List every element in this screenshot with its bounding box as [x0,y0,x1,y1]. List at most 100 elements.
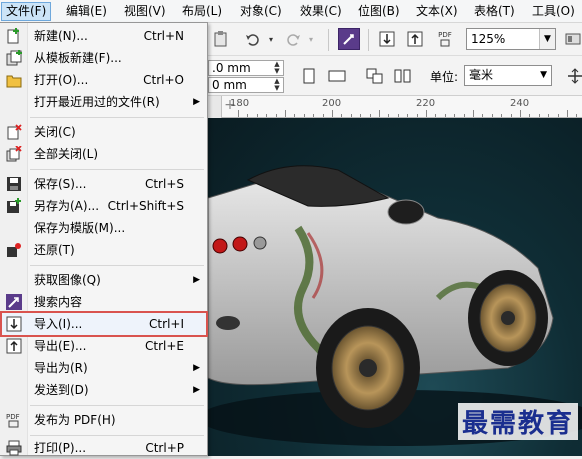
menu-item-open[interactable]: 打开(O)... Ctrl+O [2,69,206,91]
menu-item-shortcut: Ctrl+Shift+S [107,199,184,213]
menu-file[interactable]: 文件(F) [1,2,52,21]
menu-item-open-recent[interactable]: 打开最近用过的文件(R) ▶ [2,91,206,113]
menu-divider [30,169,204,170]
ruler-label: 180 [230,98,250,109]
document-tab-edge[interactable] [208,96,222,118]
ruler-tick [350,114,352,117]
ruler-tick [510,114,512,117]
ruler-tick [576,114,578,117]
close-all-icon [6,146,22,162]
submenu-arrow-icon: ▶ [193,97,200,107]
undo-dropdown-icon[interactable]: ▾ [260,28,282,50]
unit-label: 单位: [430,70,459,84]
export-icon [6,338,22,354]
menu-item-label: 导出(E)... [34,339,87,353]
menu-item-send-to[interactable]: 发送到(D) ▶ [2,379,206,401]
menu-item-import[interactable]: 导入(I)... Ctrl+I [0,311,208,337]
submenu-arrow-icon: ▶ [193,385,200,395]
menu-item-publish-pdf[interactable]: PDF 发布为 PDF(H) [2,409,206,431]
unit-select[interactable]: 毫米 ▼ [464,65,552,86]
launcher-icon[interactable] [562,28,582,50]
menu-item-search-content[interactable]: 搜索内容 [2,291,206,313]
menu-item-acquire-image[interactable]: 获取图像(Q) ▶ [2,269,206,291]
height-value: 0 mm [212,78,247,92]
file-menu: 新建(N)... Ctrl+N 从模板新建(F)... 打开(O)... Ctr… [0,22,208,456]
chevron-down-icon[interactable]: ▼ [539,29,555,49]
menu-item-revert[interactable]: 还原(T) [2,239,206,261]
menu-item-new-from-template[interactable]: 从模板新建(F)... [2,47,206,69]
ruler-tick [548,114,550,117]
menu-item-new[interactable]: 新建(N)... Ctrl+N [2,25,206,47]
paste-icon[interactable] [210,28,232,50]
drawing-canvas[interactable]: 最需教育 [208,118,582,456]
save-icon [7,177,21,191]
all-pages-icon[interactable] [364,65,386,87]
menu-table[interactable]: 表格(T) [470,2,519,21]
toolbar-divider [328,29,329,51]
search-content-icon[interactable] [338,28,360,50]
property-bar: .0 mm ▲ ▼ 0 mm ▲ ▼ 单位: 毫米 ▼ [208,56,582,96]
menu-item-label: 打开最近用过的文件(R) [34,95,160,109]
menu-item-label: 关闭(C) [34,125,76,139]
menu-divider [30,265,204,266]
horizontal-ruler[interactable]: + 180 200 220 240 [208,96,582,118]
import-icon[interactable] [376,28,398,50]
menu-edit[interactable]: 编辑(E) [62,2,111,21]
menu-item-label: 获取图像(Q) [34,273,101,287]
menu-item-shortcut: Ctrl+O [143,73,184,87]
menu-bitmap[interactable]: 位图(B) [354,2,404,21]
ruler-tick [275,114,277,117]
menu-item-close[interactable]: 关闭(C) [2,121,206,143]
landscape-icon[interactable] [326,65,348,87]
pdf-icon: PDF [6,413,20,428]
height-field[interactable]: 0 mm ▲ ▼ [208,77,284,93]
menu-item-close-all[interactable]: 全部关闭(L) [2,143,206,165]
menu-item-export[interactable]: 导出(E)... Ctrl+E [2,335,206,357]
menu-object[interactable]: 对象(C) [236,2,286,21]
menu-item-export-for[interactable]: 导出为(R) ▶ [2,357,206,379]
chevron-down-icon[interactable]: ▼ [540,66,547,85]
ruler-label: 240 [510,98,530,109]
ruler-tick [360,114,362,117]
ruler-tick [435,114,437,117]
ruler-tick [266,114,268,117]
menu-item-label: 全部关闭(L) [34,147,99,161]
ruler-tick [520,110,521,117]
menu-item-shortcut: Ctrl+I [149,317,184,331]
menu-item-label: 另存为(A)... [34,199,100,213]
menu-item-shortcut: Ctrl+E [145,339,184,353]
template-icon [6,50,22,66]
submenu-arrow-icon: ▶ [193,275,200,285]
unit-value: 毫米 [469,68,494,82]
menu-item-label: 保存为模版(M)... [34,221,126,235]
close-doc-icon [7,124,22,140]
menu-effects[interactable]: 效果(C) [296,2,346,21]
menu-item-label: 从模板新建(F)... [34,51,122,65]
ruler-tick [341,114,343,117]
ruler-tick [529,114,531,117]
menu-divider [30,435,204,436]
portrait-icon[interactable] [298,65,320,87]
menu-bar: 文件(F) 编辑(E) 视图(V) 布局(L) 对象(C) 效果(C) 位图(B… [0,0,582,23]
open-folder-icon [6,75,22,88]
menu-item-label: 导入(I)... [34,317,83,331]
export-icon[interactable] [404,28,426,50]
publish-pdf-icon[interactable]: PDF [434,28,456,50]
menu-item-save-as-template[interactable]: 保存为模版(M)... [2,217,206,239]
width-field[interactable]: .0 mm ▲ ▼ [208,60,284,76]
menu-tools[interactable]: 工具(O) [528,2,579,21]
current-page-icon[interactable] [392,65,414,87]
zoom-value: 125% [471,32,506,46]
nudge-icon[interactable] [564,65,582,87]
revert-icon [7,243,21,257]
spinner-icon[interactable]: ▲ ▼ [271,61,283,75]
menu-layout[interactable]: 布局(L) [178,2,226,21]
menu-view[interactable]: 视图(V) [120,2,170,21]
ruler-tick [501,114,503,117]
menu-item-save-as[interactable]: 另存为(A)... Ctrl+Shift+S [2,195,206,217]
redo-dropdown-icon[interactable]: ▾ [300,28,322,50]
menu-text[interactable]: 文本(X) [412,2,462,21]
zoom-level-select[interactable]: 125% ▼ [466,28,556,50]
spinner-icon[interactable]: ▲ ▼ [271,78,283,92]
menu-item-save[interactable]: 保存(S)... Ctrl+S [2,173,206,195]
